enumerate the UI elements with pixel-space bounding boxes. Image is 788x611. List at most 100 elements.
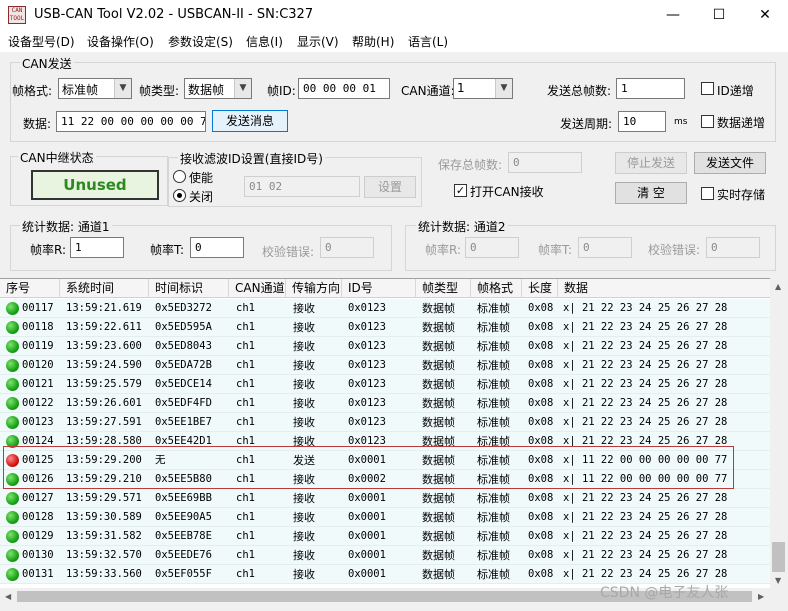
filter-disable-radio[interactable] [173,189,186,202]
menu-device-model[interactable]: 设备型号(D) [8,33,75,50]
watermark: CSDN @电子友人张 [600,585,729,601]
table-row[interactable]: 00122 13:59:26.601 0x5EDF4FD ch1 接收 0x0123 数据帧… [0,394,770,413]
receive-status-icon [6,302,19,315]
cell-data: x| 21 22 23 24 25 26 27 28 [563,511,728,523]
table-row[interactable]: 00123 13:59:27.591 0x5EE1BE7 ch1 接收 0x0123 数据帧… [0,413,770,432]
column-header-timestamp[interactable]: 时间标识 [149,279,229,298]
cell-id: 0x0123 [348,416,386,428]
stats2-group-title: 统计数据: 通道2 [416,218,508,235]
frame-type-value: 数据帧 [188,83,225,97]
send-period-label: 发送周期: [560,117,613,131]
menu-info[interactable]: 信息(I) [246,33,283,50]
cell-frame-type: 数据帧 [422,530,455,543]
cell-timestamp: 0x5EF055F [155,568,212,580]
filter-group-title: 接收滤波ID设置(直接ID号) [178,150,325,167]
column-header-frame-format[interactable]: 帧格式 [471,279,522,298]
cell-channel: ch1 [236,511,255,523]
window-title: USB-CAN Tool V2.02 - USBCAN-II - SN:C327 [34,7,314,22]
column-header-data[interactable]: 数据 [558,279,770,298]
stats1-crc-error-value: 0 [320,237,374,258]
column-header-length[interactable]: 长度 [522,279,558,298]
minimize-button[interactable]: — [650,0,696,30]
filter-set-button[interactable]: 设置 [364,176,416,198]
send-message-button[interactable]: 发送消息 [212,110,288,132]
column-header-id[interactable]: ID号 [342,279,416,298]
frame-id-input[interactable]: 00 00 00 01 [298,78,390,99]
cell-seq: 00121 [22,378,54,390]
menu-view[interactable]: 显示(V) [297,33,339,50]
menu-device-operation[interactable]: 设备操作(O) [87,33,154,50]
table-row[interactable]: 00117 13:59:21.619 0x5ED3272 ch1 接收 0x0123 数据帧… [0,299,770,318]
table-row[interactable]: 00120 13:59:24.590 0x5EDA72B ch1 接收 0x0123 数据帧… [0,356,770,375]
chevron-down-icon: ▼ [234,79,251,98]
filter-enable-radio[interactable] [173,170,186,183]
cell-frame-type: 数据帧 [422,511,455,524]
cell-length: 0x08 [528,340,554,352]
cell-frame-type: 数据帧 [422,359,455,372]
receive-status-icon [6,340,19,353]
menu-help[interactable]: 帮助(H) [352,33,394,50]
column-header-frame-type[interactable]: 帧类型 [416,279,471,298]
maximize-button[interactable]: ☐ [696,0,742,30]
cell-channel: ch1 [236,549,255,561]
open-receive-checkbox[interactable]: ✓ [454,184,467,197]
table-row[interactable]: 00128 13:59:30.589 0x5EE90A5 ch1 接收 0x0001 数据帧… [0,508,770,527]
scroll-right-icon[interactable]: ▶ [758,592,764,601]
data-increment-checkbox[interactable] [701,115,714,128]
menu-language[interactable]: 语言(L) [408,33,448,50]
cell-channel: ch1 [236,321,255,333]
send-period-input[interactable]: 10 [618,111,666,132]
id-increment-checkbox[interactable] [701,82,714,95]
can-channel-select[interactable]: 1 ▼ [453,78,513,99]
cell-channel: ch1 [236,530,255,542]
send-file-button[interactable]: 发送文件 [694,152,766,174]
close-button[interactable]: ✕ [742,0,788,30]
column-header-direction[interactable]: 传输方向 [286,279,342,298]
stop-send-button[interactable]: 停止发送 [615,152,687,174]
table-row[interactable]: 00129 13:59:31.582 0x5EEB78E ch1 接收 0x0001 数据帧… [0,527,770,546]
vertical-scroll-thumb[interactable] [772,542,785,572]
total-frames-label: 发送总帧数: [547,84,612,98]
cell-data: x| 21 22 23 24 25 26 27 28 [563,530,728,542]
app-icon: CAN TOOL [8,6,26,24]
cell-system-time: 13:59:32.570 [66,549,142,561]
data-input[interactable]: 11 22 00 00 00 00 00 77 [56,111,206,132]
table-row[interactable]: 00119 13:59:23.600 0x5ED8043 ch1 接收 0x0123 数据帧… [0,337,770,356]
realtime-save-checkbox[interactable] [701,187,714,200]
scroll-left-icon[interactable]: ◀ [5,592,11,601]
cell-channel: ch1 [236,397,255,409]
frame-type-select[interactable]: 数据帧 ▼ [184,78,252,99]
cell-id: 0x0001 [348,530,386,542]
receive-status-icon [6,568,19,581]
receive-status-icon [6,397,19,410]
open-receive-label: 打开CAN接收 [470,185,544,199]
table-row[interactable]: 00127 13:59:29.571 0x5EE69BB ch1 接收 0x0001 数据帧… [0,489,770,508]
saved-frames-input[interactable]: 0 [508,152,582,173]
message-grid[interactable]: 序号 系统时间 时间标识 CAN通道 传输方向 ID号 帧类型 帧格式 长度 数… [0,278,770,588]
column-header-system-time[interactable]: 系统时间 [60,279,149,298]
scroll-down-icon[interactable]: ▼ [775,576,781,585]
table-row[interactable]: 00130 13:59:32.570 0x5EEDE76 ch1 接收 0x0001 数据帧… [0,546,770,565]
cell-id: 0x0001 [348,549,386,561]
stats1-tx-rate-value: 0 [190,237,244,258]
menu-parameter-settings[interactable]: 参数设定(S) [168,33,233,50]
total-frames-input[interactable]: 1 [616,78,685,99]
table-row[interactable]: 00121 13:59:25.579 0x5EDCE14 ch1 接收 0x0123 数据帧… [0,375,770,394]
can-channel-value: 1 [457,81,465,95]
filter-ids-input[interactable]: 01 02 [244,176,360,197]
cell-channel: ch1 [236,492,255,504]
cell-id: 0x0123 [348,397,386,409]
vertical-scrollbar[interactable]: ▲ ▼ [770,278,787,588]
frame-format-label: 帧格式: [12,84,53,98]
cell-id: 0x0123 [348,340,386,352]
table-row[interactable]: 00118 13:59:22.611 0x5ED595A ch1 接收 0x0123 数据帧… [0,318,770,337]
frame-format-select[interactable]: 标准帧 ▼ [58,78,132,99]
scroll-up-icon[interactable]: ▲ [775,282,781,291]
column-header-channel[interactable]: CAN通道 [229,279,286,298]
column-header-seq[interactable]: 序号 [0,279,60,298]
clear-button[interactable]: 清 空 [615,182,687,204]
cell-length: 0x08 [528,378,554,390]
cell-seq: 00123 [22,416,54,428]
cell-direction: 接收 [293,340,315,353]
cell-system-time: 13:59:23.600 [66,340,142,352]
